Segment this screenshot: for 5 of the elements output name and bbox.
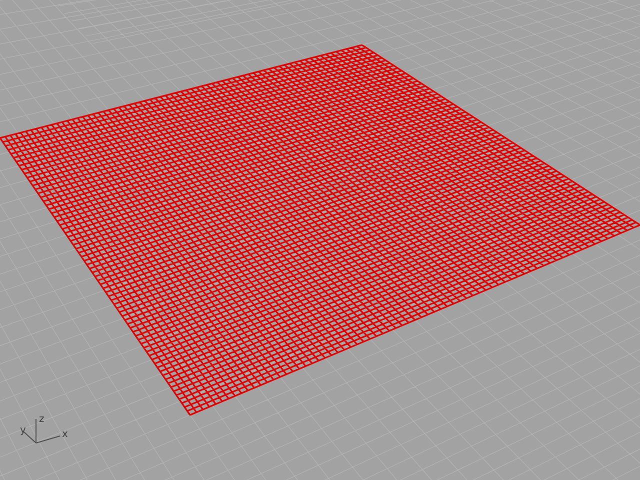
viewport[interactable]: z y x [0,0,640,480]
x-axis-label: x [62,429,68,440]
y-axis-label: y [20,425,26,436]
axes-icon [24,418,60,444]
z-axis-label: z [39,414,44,425]
